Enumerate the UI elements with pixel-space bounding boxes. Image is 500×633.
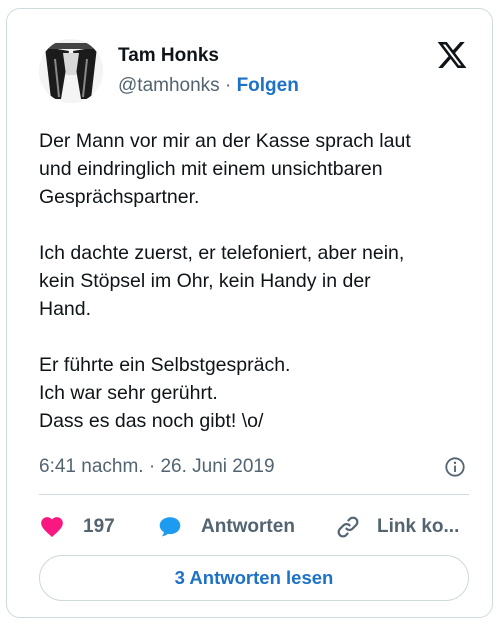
tweet-line: kein Stöpsel im Ohr, kein Handy in der xyxy=(39,270,371,292)
reply-label: Antworten xyxy=(201,516,295,537)
tweet-line: Gesprächspartner. xyxy=(39,186,200,208)
speech-bubble-icon xyxy=(159,517,181,537)
avatar-image xyxy=(39,39,103,103)
copy-link-button[interactable]: Link ko... xyxy=(335,509,459,545)
tweet-line: Ich war sehr gerührt. xyxy=(39,382,218,404)
tweet-line: Er führte ein Selbstgespräch. xyxy=(39,354,291,376)
author-name[interactable]: Tam Honks xyxy=(118,45,219,67)
tweet-text: Der Mann vor mir an der Kasse sprach lau… xyxy=(39,127,479,435)
copy-link-label: Link ko... xyxy=(377,516,460,537)
author-handle[interactable]: @tamhonks xyxy=(118,75,220,96)
info-icon[interactable] xyxy=(444,456,466,478)
tweet-card: Tam Honks @tamhonks · Folgen Der Mann vo… xyxy=(6,8,493,618)
tweet-line: Hand. xyxy=(39,298,92,320)
divider xyxy=(39,494,469,495)
x-logo-icon[interactable] xyxy=(436,39,468,71)
heart-icon xyxy=(41,517,63,537)
action-bar: 197 Antworten Link ko... xyxy=(39,509,479,545)
reply-button[interactable]: Antworten xyxy=(157,509,295,545)
tweet-line: Dass es das noch gibt! \o/ xyxy=(39,410,264,432)
tweet-line: Ich dachte zuerst, er telefoniert, aber … xyxy=(39,242,405,264)
tweet-timestamp[interactable]: 6:41 nachm. · 26. Juni 2019 xyxy=(39,456,275,478)
chain-link-icon xyxy=(337,516,359,538)
tweet-line: und eindringlich mit einem unsichtbaren xyxy=(39,158,383,180)
read-replies-button[interactable]: 3 Antworten lesen xyxy=(39,555,469,601)
tweet-line: Der Mann vor mir an der Kasse sprach lau… xyxy=(39,130,411,152)
follow-button[interactable]: Folgen xyxy=(237,75,299,96)
avatar[interactable] xyxy=(39,39,103,103)
author-handle-row: @tamhonks · Folgen xyxy=(118,75,299,97)
like-button[interactable]: 197 xyxy=(39,509,115,545)
handle-separator: · xyxy=(224,75,232,96)
like-count: 197 xyxy=(83,516,115,537)
